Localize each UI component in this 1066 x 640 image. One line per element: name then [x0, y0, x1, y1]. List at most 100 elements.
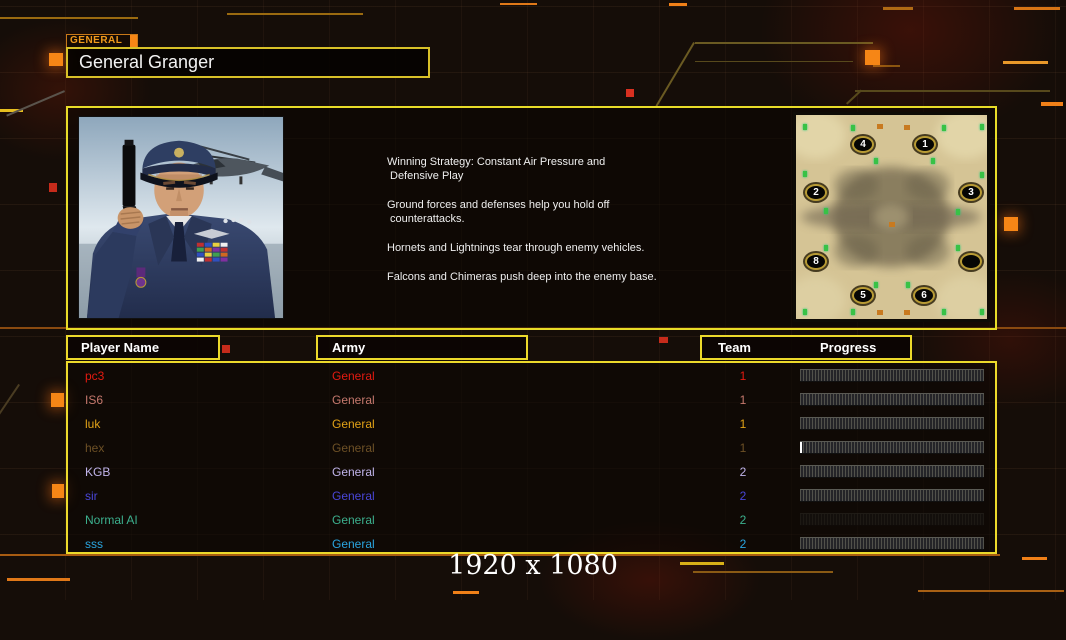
general-name: General Granger [79, 52, 215, 72]
minimap-terrain [796, 115, 987, 319]
player-name: IS6 [85, 393, 104, 407]
start-position-marker: 4 [852, 136, 874, 153]
deco-line [1014, 7, 1060, 10]
deco-line [227, 13, 363, 15]
player-name: sir [85, 489, 98, 503]
player-team: 1 [739, 441, 747, 455]
deco-line [855, 90, 1050, 92]
map-supply-dot [904, 125, 910, 130]
strategy-paragraph: Ground forces and defenses help you hold… [387, 199, 610, 225]
general-portrait [78, 116, 300, 319]
player-army: General [332, 369, 375, 383]
faction-tag-label: GENERAL [70, 35, 123, 46]
player-name: hex [85, 441, 105, 455]
strategy-paragraph: Winning Strategy: Constant Air Pressure … [387, 156, 606, 182]
map-dot [942, 309, 946, 315]
deco-line [1003, 61, 1048, 64]
header-army: Army [316, 335, 528, 360]
progress-bar [800, 441, 984, 454]
faction-tag-accent [130, 35, 137, 47]
player-army: General [332, 417, 375, 431]
progress-bar [800, 417, 984, 430]
table-row: IS6 General 1 [68, 388, 995, 412]
resolution-overlay: 1920 x 1080 [448, 550, 618, 581]
header-progress: Progress [820, 340, 877, 355]
start-position-marker: 3 [960, 184, 982, 201]
start-position-marker: 6 [913, 287, 935, 304]
deco-square [865, 50, 880, 65]
table-row: Normal AI General 2 [68, 508, 995, 532]
map-dot [906, 282, 910, 288]
player-team: 2 [739, 513, 747, 527]
deco-line [669, 3, 687, 6]
progress-bar [800, 489, 984, 502]
progress-bar [800, 513, 984, 526]
deco-square [51, 393, 64, 407]
map-dot [931, 158, 935, 164]
progress-bar [800, 393, 984, 406]
deco-line [918, 590, 1064, 592]
deco-line [883, 7, 913, 10]
strategy-text: Winning Strategy: Constant Air Pressure … [387, 150, 787, 299]
start-position-marker: 1 [914, 136, 936, 153]
player-army: General [332, 489, 375, 503]
start-position-marker [960, 253, 982, 270]
player-team: 1 [739, 393, 747, 407]
strategy-paragraph: Hornets and Lightnings tear through enem… [387, 242, 645, 254]
deco-square [49, 53, 63, 66]
player-name: pc3 [85, 369, 105, 383]
faction-tag: GENERAL [66, 34, 138, 48]
map-dot [803, 171, 807, 177]
map-dot [874, 282, 878, 288]
map-dot [824, 245, 828, 251]
progress-bar [800, 537, 984, 550]
player-team: 2 [739, 489, 747, 503]
map-dot [851, 125, 855, 131]
table-row: luk General 1 [68, 412, 995, 436]
player-team: 1 [739, 369, 747, 383]
map-dot [874, 158, 878, 164]
table-row: hex General 1 [68, 436, 995, 460]
deco-square [1004, 217, 1018, 231]
deco-line [500, 3, 537, 5]
table-row: sir General 2 [68, 484, 995, 508]
map-dot [851, 309, 855, 315]
deco-square [222, 345, 230, 353]
deco-square [626, 89, 634, 97]
map-dot [980, 309, 984, 315]
deco-line [873, 65, 900, 67]
progress-bar [800, 369, 984, 382]
portrait-image [79, 117, 300, 318]
deco-square [659, 337, 668, 343]
player-name: Normal AI [85, 513, 138, 527]
player-army: General [332, 513, 375, 527]
deco-square [52, 484, 64, 498]
start-position-marker: 5 [852, 287, 874, 304]
start-position-marker: 2 [805, 184, 827, 201]
player-list: pc3 General 1 IS6 General 1 luk General … [66, 361, 997, 554]
map-supply-dot [889, 222, 895, 227]
progress-bar [800, 465, 984, 478]
player-team: 2 [739, 465, 747, 479]
map-dot [980, 172, 984, 178]
map-dot [956, 245, 960, 251]
player-name: KGB [85, 465, 111, 479]
player-army: General [332, 393, 375, 407]
header-team: Team [718, 340, 751, 355]
map-dot [803, 309, 807, 315]
deco-line [695, 42, 873, 44]
map-supply-dot [877, 310, 883, 315]
strategy-paragraph: Falcons and Chimeras push deep into the … [387, 271, 657, 283]
map-supply-dot [877, 124, 883, 129]
deco-line [0, 17, 138, 19]
map-dot [803, 124, 807, 130]
deco-line [453, 591, 479, 594]
deco-line [695, 61, 853, 62]
map-dot [824, 208, 828, 214]
deco-line [1041, 102, 1063, 106]
deco-square [49, 183, 57, 192]
player-army: General [332, 441, 375, 455]
table-row: pc3 General 1 [68, 364, 995, 388]
player-team: 1 [739, 417, 747, 431]
header-team-progress: Team Progress [700, 335, 912, 360]
